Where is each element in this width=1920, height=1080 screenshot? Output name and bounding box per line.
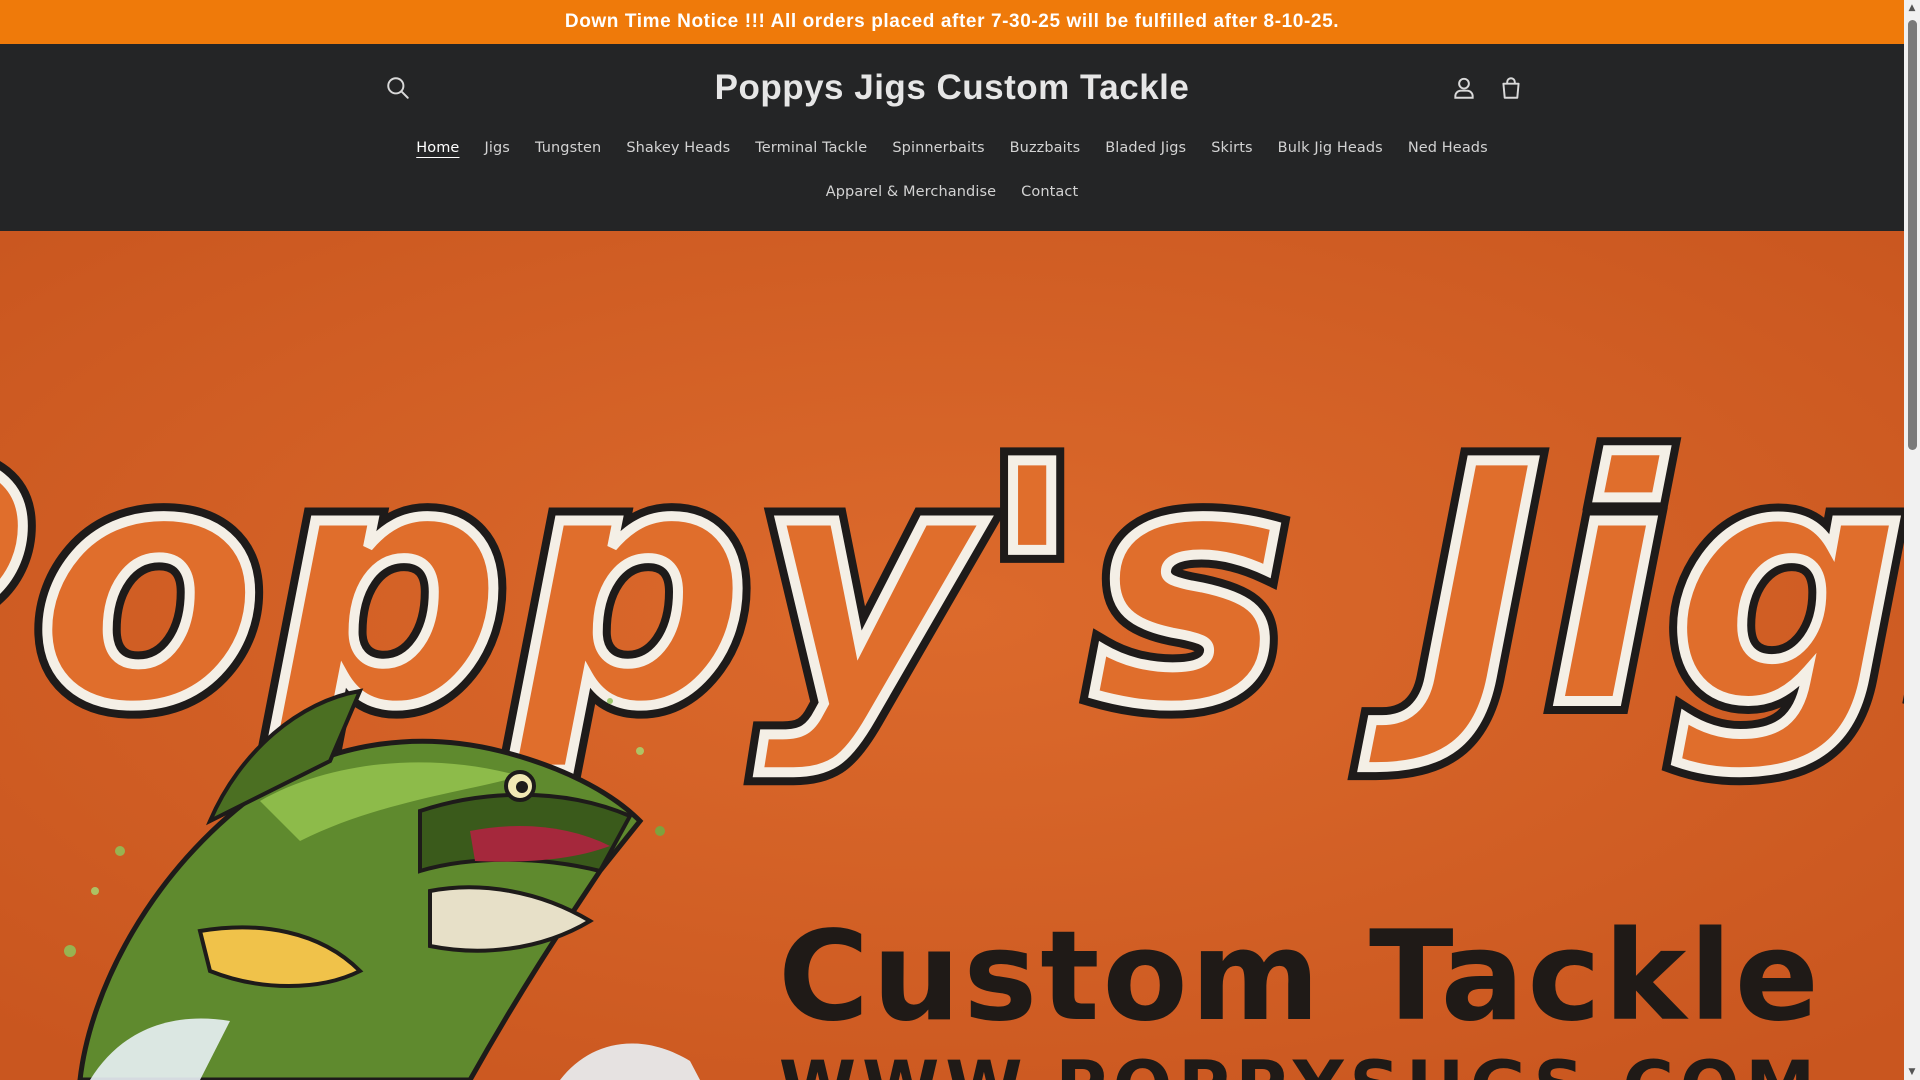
nav-item-contact[interactable]: Contact [1009,184,1091,200]
nav-item-jigs[interactable]: Jigs [472,140,522,156]
announcement-text: Down Time Notice !!! All orders placed a… [564,11,1340,32]
site-header: Poppys Jigs Custom Tackle Home Jigs Tung… [0,44,1904,231]
site-title[interactable]: Poppys Jigs Custom Tackle [650,64,1254,112]
nav-item-ned-heads[interactable]: Ned Heads [1395,140,1500,156]
account-icon [1454,77,1474,99]
nav-item-tungsten[interactable]: Tungsten [522,140,613,156]
hero-logo-image: Poppy's Jigs Poppy's Jigs [0,231,1904,1080]
scroll-down-arrow-icon[interactable]: ▼ [1906,1066,1918,1078]
scroll-up-arrow-icon[interactable]: ▲ [1906,2,1918,14]
cart-icon [1502,77,1520,99]
announcement-bar: Down Time Notice !!! All orders placed a… [0,0,1904,44]
nav-item-spinnerbaits[interactable]: Spinnerbaits [880,140,997,156]
search-icon [387,77,409,99]
account-button[interactable] [1447,71,1481,105]
nav-item-skirts[interactable]: Skirts [1199,140,1265,156]
logo-line-3: WWW.POPPYSJIGS.COM [779,1046,1821,1080]
nav-item-apparel-merchandise[interactable]: Apparel & Merchandise [813,184,1008,200]
nav-item-shakey-heads[interactable]: Shakey Heads [614,140,743,156]
cart-button[interactable] [1494,71,1528,105]
scrollbar-thumb[interactable] [1908,20,1917,450]
search-button[interactable] [381,71,415,105]
main-nav-row-2: Apparel & Merchandise Contact [0,176,1904,208]
hero-banner: Poppy's Jigs Poppy's Jigs [0,231,1904,1080]
logo-line-1-highlight: Poppy's Jigs [0,395,1904,779]
logo-line-2: Custom Tackle [778,905,1822,1049]
nav-item-terminal-tackle[interactable]: Terminal Tackle [743,140,880,156]
nav-item-bulk-jig-heads[interactable]: Bulk Jig Heads [1265,140,1395,156]
nav-item-buzzbaits[interactable]: Buzzbaits [997,140,1093,156]
main-nav-row-1: Home Jigs Tungsten Shakey Heads Terminal… [0,132,1904,164]
nav-item-home[interactable]: Home [404,140,472,156]
nav-item-bladed-jigs[interactable]: Bladed Jigs [1093,140,1199,156]
